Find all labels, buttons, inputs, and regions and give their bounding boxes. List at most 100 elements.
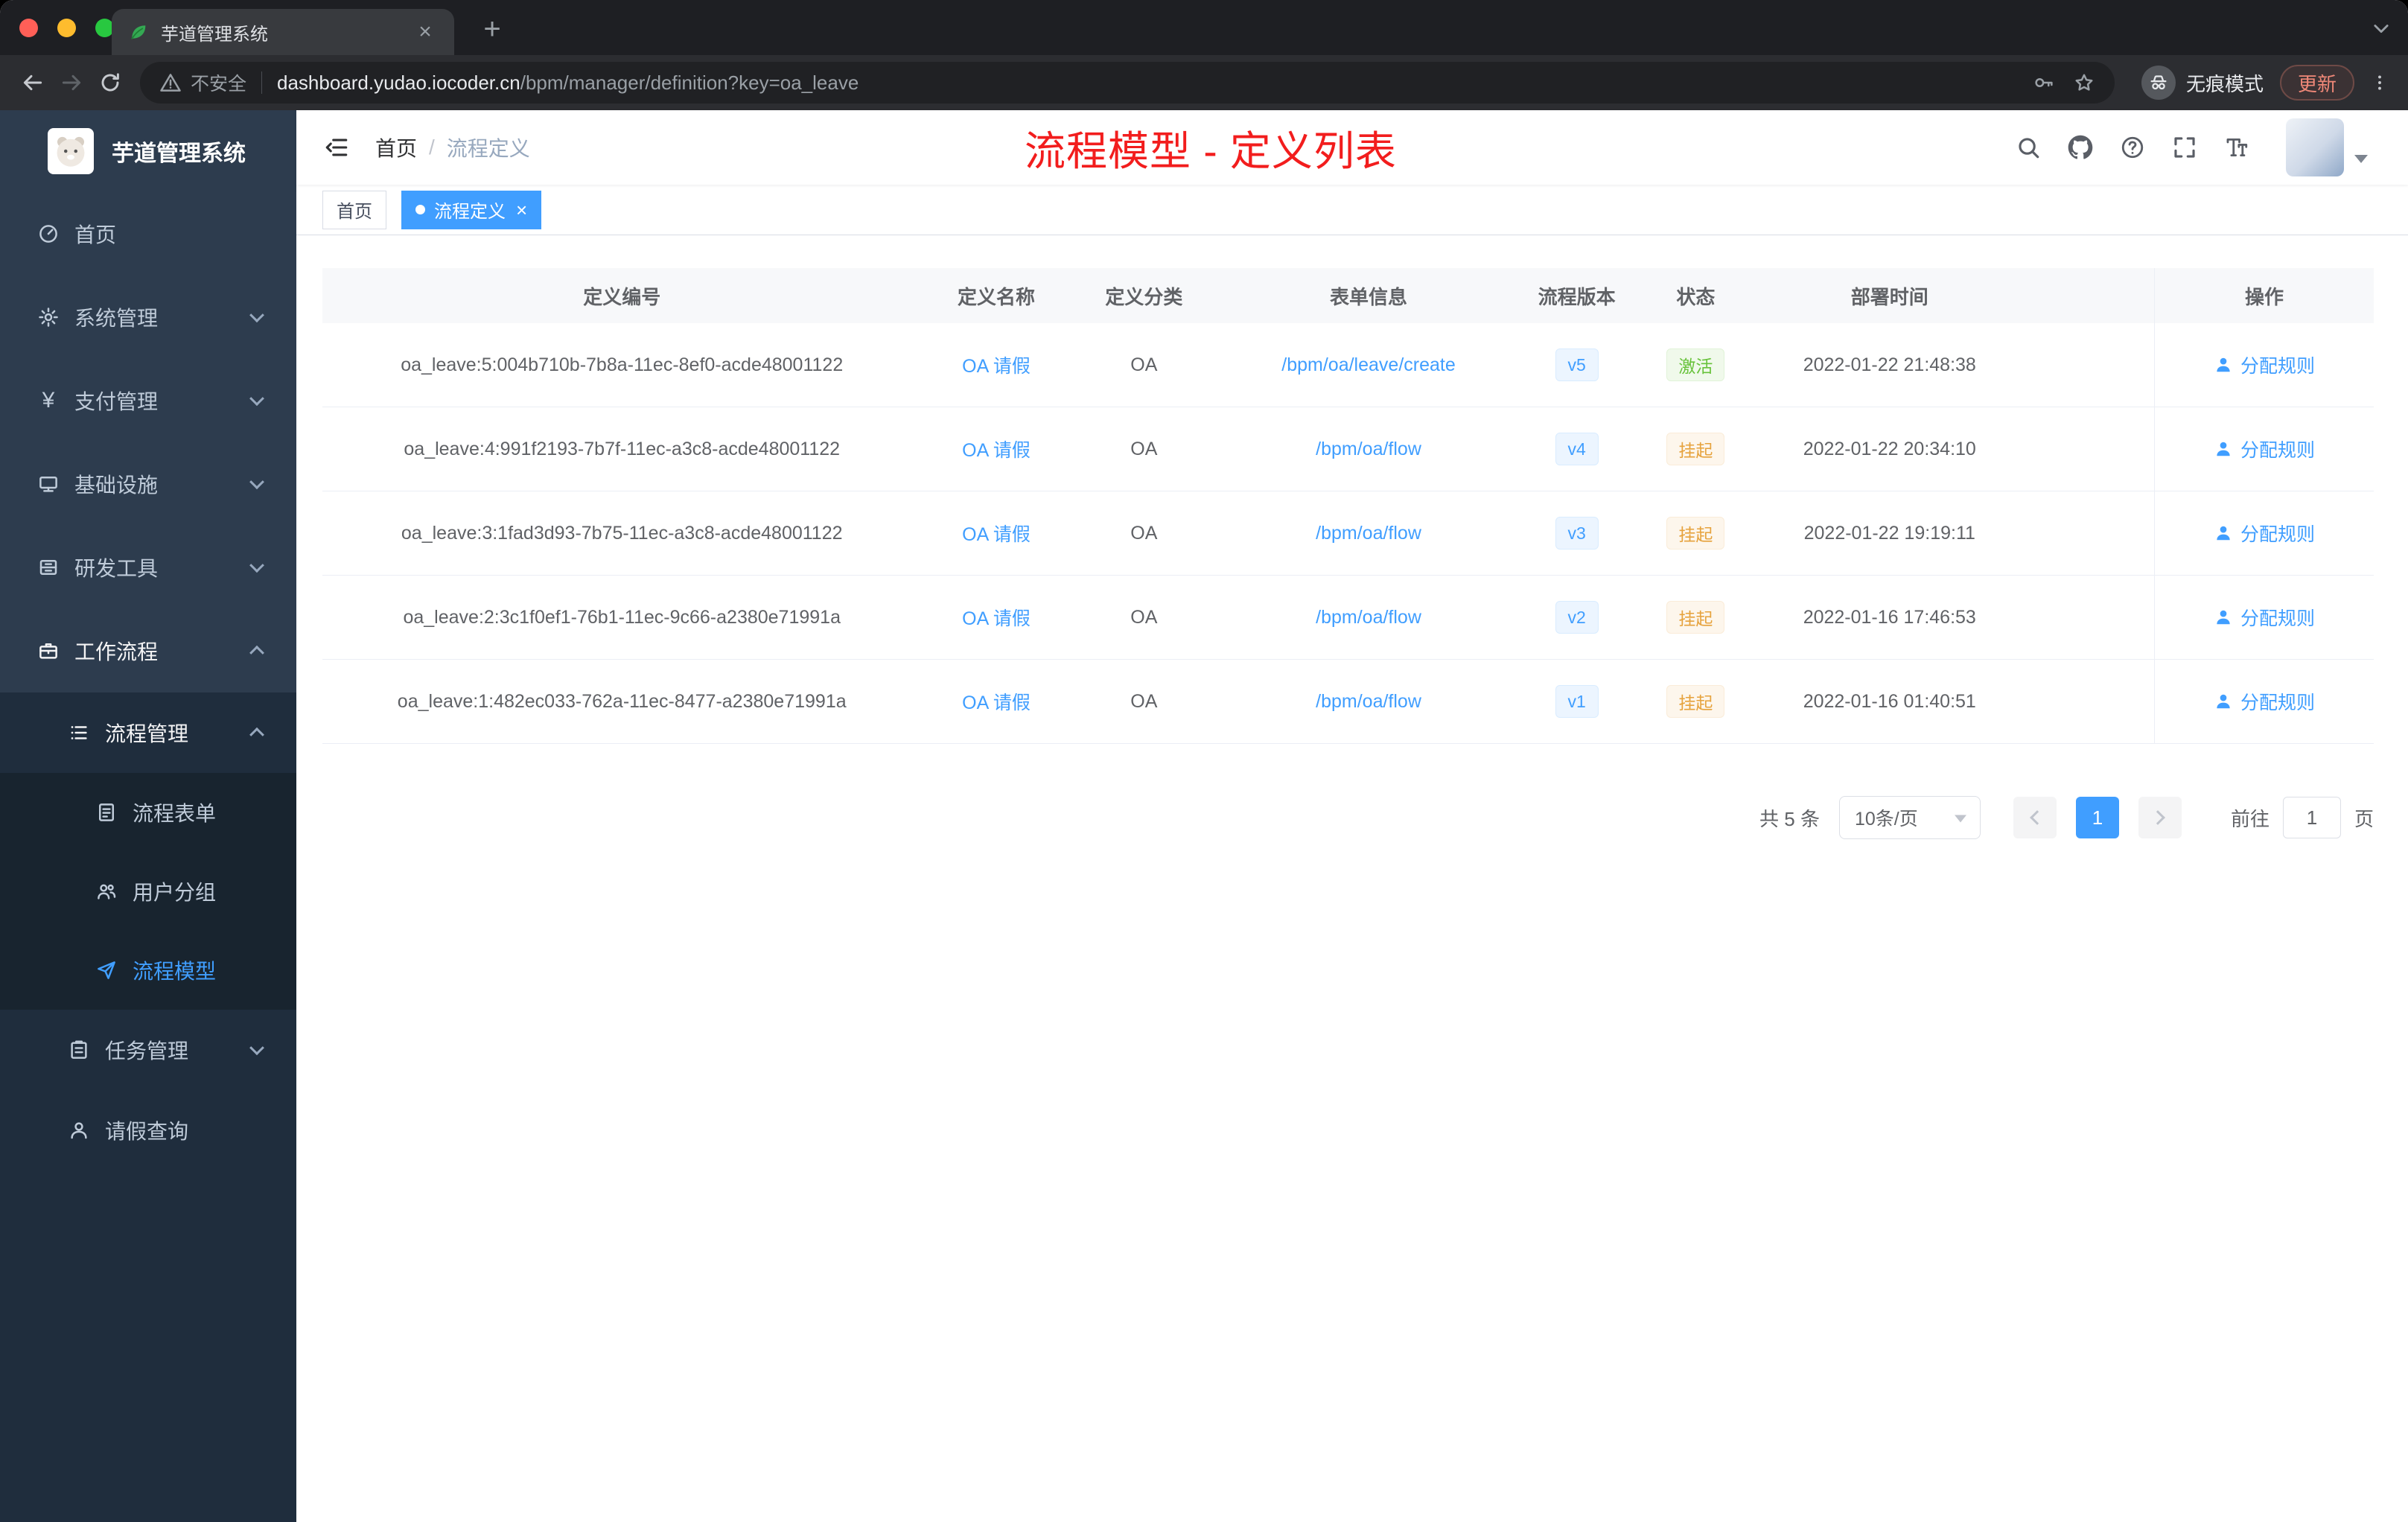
sidebar-item-process-model[interactable]: 流程模型	[0, 931, 296, 1010]
sidebar-item-system[interactable]: 系统管理	[0, 276, 296, 359]
sidebar-item-leave-query[interactable]: 请假查询	[0, 1090, 296, 1171]
omnibox-divider	[261, 71, 263, 94]
sidebar-item-task-management[interactable]: 任务管理	[0, 1010, 296, 1090]
sidebar-item-user-group[interactable]: 用户分组	[0, 852, 296, 931]
back-button[interactable]	[13, 63, 52, 102]
form-link[interactable]: /bpm/oa/flow	[1316, 523, 1421, 544]
update-button[interactable]: 更新	[2279, 65, 2354, 101]
bookmark-star-icon[interactable]	[2073, 71, 2095, 94]
browser-window: 芋道管理系统 不安全 dashboard.yudao.iocoder.cn/bp…	[0, 0, 2408, 1522]
sidebar-item-payment[interactable]: ¥ 支付管理	[0, 359, 296, 442]
browser-tab[interactable]: 芋道管理系统	[112, 9, 454, 55]
form-link[interactable]: /bpm/oa/flow	[1316, 439, 1421, 460]
sidebar-logo[interactable]: 芋道管理系统	[0, 110, 296, 192]
not-secure-warning-icon[interactable]	[159, 71, 182, 94]
font-size-icon[interactable]	[2223, 134, 2250, 161]
definition-name-link[interactable]: OA 请假	[962, 604, 1031, 631]
column-header-category: 定义分类	[1105, 285, 1183, 308]
tag-process-definition[interactable]: 流程定义	[401, 190, 542, 229]
sidebar-item-process-management[interactable]: 流程管理	[0, 692, 296, 773]
page-size-select[interactable]: 10条/页	[1838, 796, 1981, 839]
address-bar[interactable]: 不安全 dashboard.yudao.iocoder.cn/bpm/manag…	[140, 62, 2115, 104]
page-size-value: 10条/页	[1854, 809, 1918, 830]
form-link[interactable]: /bpm/oa/flow	[1316, 691, 1421, 713]
new-tab-button[interactable]	[477, 13, 508, 45]
column-header-deploy-time: 部署时间	[1850, 285, 1928, 308]
chevron-right-icon	[2150, 810, 2165, 825]
reload-button[interactable]	[91, 63, 130, 102]
column-header-form-info: 表单信息	[1330, 285, 1408, 308]
chevron-up-icon	[249, 645, 264, 660]
tab-close-icon[interactable]	[413, 19, 438, 45]
caret-down-icon	[2354, 154, 2368, 163]
dashboard-icon	[37, 223, 60, 245]
password-key-icon[interactable]	[2033, 71, 2055, 94]
app-root: 芋道管理系统 首页 系统管理 ¥ 支付管理 基础设施 研发工具 工作流程 流程管…	[0, 110, 2408, 1522]
column-header-version: 流程版本	[1538, 285, 1616, 308]
assign-rule-button[interactable]: 分配规则	[2214, 351, 2315, 378]
window-close-button[interactable]	[19, 19, 38, 37]
definition-name-link[interactable]: OA 请假	[962, 688, 1031, 715]
tag-home[interactable]: 首页	[322, 190, 386, 229]
deploy-time: 2022-01-22 21:48:38	[1803, 354, 1976, 375]
form-link[interactable]: /bpm/oa/leave/create	[1281, 354, 1455, 376]
definition-id: oa_leave:2:3c1f0ef1-76b1-11ec-9c66-a2380…	[403, 606, 841, 628]
table-row: oa_leave:1:482ec033-762a-11ec-8477-a2380…	[322, 660, 2374, 744]
status-badge: 激活	[1666, 348, 1725, 381]
assign-rule-button[interactable]: 分配规则	[2214, 520, 2315, 547]
sidebar-item-workflow[interactable]: 工作流程	[0, 609, 296, 692]
incognito-label: 无痕模式	[2185, 72, 2264, 95]
user-group-icon	[95, 880, 118, 902]
gear-icon	[37, 306, 60, 328]
spacer-cell	[2021, 576, 2154, 659]
table-row: oa_leave:5:004b710b-7b8a-11ec-8ef0-acde4…	[322, 323, 2374, 407]
definition-name-link[interactable]: OA 请假	[962, 351, 1031, 378]
sidebar-item-infrastructure[interactable]: 基础设施	[0, 442, 296, 526]
user-menu[interactable]	[2286, 118, 2368, 176]
assign-rule-button[interactable]: 分配规则	[2214, 604, 2315, 631]
sidebar-item-label: 系统管理	[74, 307, 159, 330]
sidebar-item-devtools[interactable]: 研发工具	[0, 526, 296, 609]
task-clipboard-icon	[68, 1039, 90, 1061]
fullscreen-icon[interactable]	[2171, 134, 2198, 161]
current-page-button[interactable]: 1	[2075, 797, 2119, 838]
forward-button[interactable]	[52, 63, 91, 102]
status-badge: 挂起	[1666, 601, 1725, 634]
app-navbar: 首页 流程定义 流程模型 - 定义列表	[296, 110, 2408, 185]
sidebar-item-label: 支付管理	[74, 390, 159, 413]
app-title: 芋道管理系统	[112, 141, 246, 166]
github-icon[interactable]	[2067, 134, 2094, 161]
sidebar-item-label: 研发工具	[74, 557, 159, 580]
user-avatar[interactable]	[2286, 118, 2344, 176]
assign-rule-button[interactable]: 分配规则	[2214, 688, 2315, 715]
window-minimize-button[interactable]	[57, 19, 76, 37]
column-header-actions: 操作	[2154, 268, 2374, 323]
definition-name-link[interactable]: OA 请假	[962, 520, 1031, 547]
chevron-down-icon	[249, 308, 264, 323]
help-question-icon[interactable]	[2119, 134, 2146, 161]
tag-close-icon[interactable]	[516, 200, 527, 220]
tab-search-chevron-icon[interactable]	[2371, 18, 2392, 39]
browser-menu-kebab-icon[interactable]	[2365, 68, 2395, 98]
definition-id: oa_leave:4:991f2193-7b7f-11ec-a3c8-acde4…	[404, 438, 841, 459]
definition-table: 定义编号 定义名称 定义分类 表单信息 流程版本 状态 部署时间 操作 oa_l…	[322, 268, 2374, 744]
hamburger-icon[interactable]	[320, 131, 353, 164]
spacer-cell	[2021, 323, 2154, 407]
pagination-total: 共 5 条	[1759, 807, 1820, 830]
sidebar-item-label: 用户分组	[133, 881, 217, 904]
form-link[interactable]: /bpm/oa/flow	[1316, 607, 1421, 628]
status-badge: 挂起	[1666, 685, 1725, 718]
sidebar-item-process-form[interactable]: 流程表单	[0, 773, 296, 852]
url-text[interactable]: dashboard.yudao.iocoder.cn/bpm/manager/d…	[277, 71, 859, 95]
sidebar-item-home[interactable]: 首页	[0, 192, 296, 276]
search-icon[interactable]	[2015, 134, 2042, 161]
goto-page-input[interactable]	[2282, 797, 2341, 838]
deploy-time: 2022-01-22 20:34:10	[1803, 438, 1976, 459]
breadcrumb-home[interactable]: 首页	[375, 133, 417, 162]
sidebar: 芋道管理系统 首页 系统管理 ¥ 支付管理 基础设施 研发工具 工作流程 流程管…	[0, 110, 296, 1522]
security-label: 不安全	[191, 74, 247, 95]
definition-name-link[interactable]: OA 请假	[962, 436, 1031, 462]
prev-page-button[interactable]	[2013, 797, 2057, 838]
assign-rule-button[interactable]: 分配规则	[2214, 436, 2315, 462]
next-page-button[interactable]	[2138, 797, 2182, 838]
